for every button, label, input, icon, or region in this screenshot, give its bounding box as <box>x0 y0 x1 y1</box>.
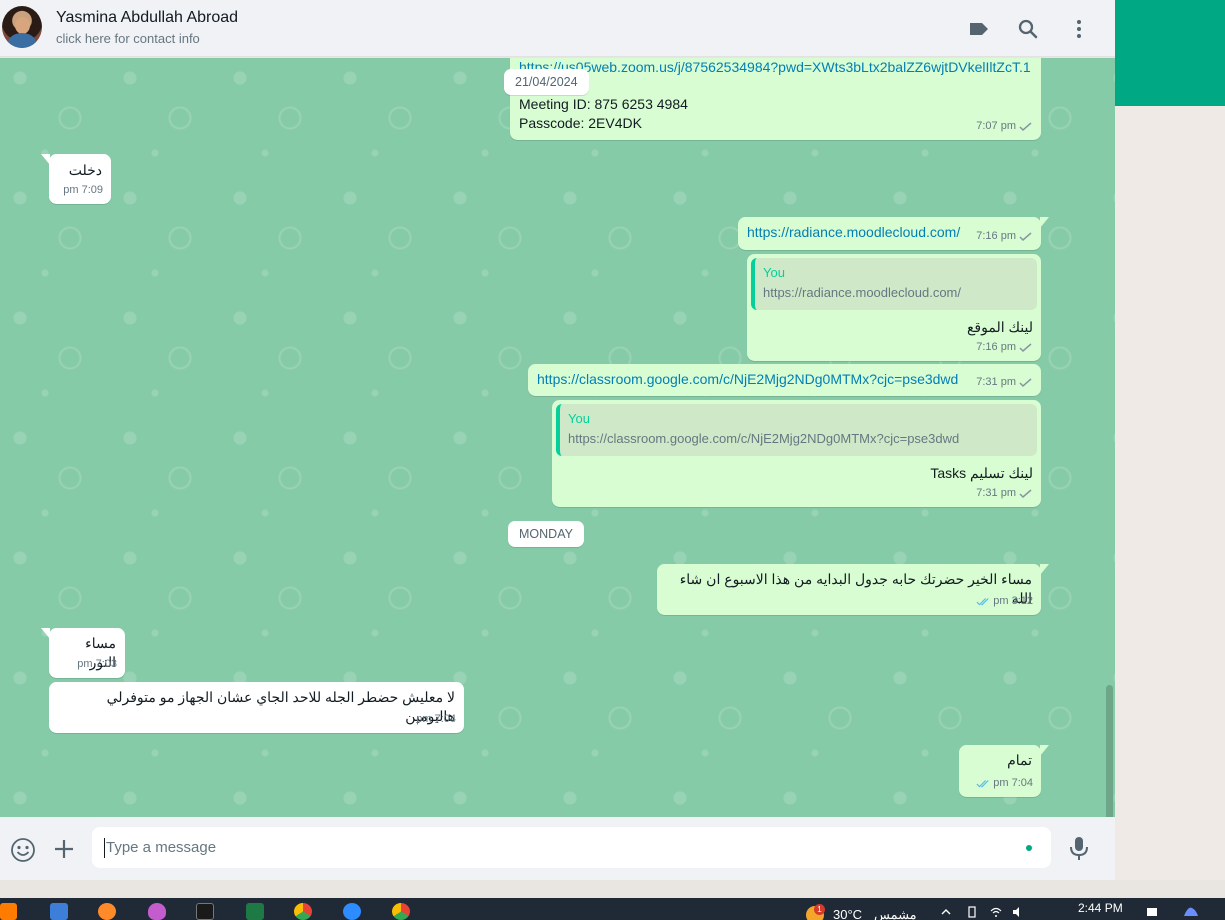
menu-icon[interactable] <box>1067 17 1091 41</box>
weather-temperature[interactable]: 30°C <box>833 907 862 920</box>
capcut-app-icon[interactable] <box>196 903 214 920</box>
message-list[interactable]: https://us05web.zoom.us/j/87562534984?pw… <box>0 58 1115 817</box>
chat-scrollbar[interactable] <box>1106 120 1113 817</box>
quote-author: You <box>568 411 590 426</box>
os-taskbar <box>0 898 1225 920</box>
message-incoming[interactable]: لا معليش حضطر الجله للاحد الجاي عشان الج… <box>49 682 464 733</box>
message-incoming[interactable]: مساء النور 7:03 pm <box>41 628 125 678</box>
label-icon[interactable] <box>967 17 991 41</box>
date-chip-monday: MONDAY <box>508 521 584 547</box>
illustrator-app-icon[interactable] <box>0 903 17 920</box>
message-time: 7:07 pm <box>976 117 1033 136</box>
chrome-app-icon[interactable] <box>294 903 312 920</box>
zoom-app-icon[interactable] <box>343 903 361 920</box>
message-reply[interactable]: You https://classroom.google.com/c/NjE2M… <box>552 400 1041 507</box>
message-time: 7:31 pm <box>976 373 1033 392</box>
input-status-dot <box>1026 845 1032 851</box>
message-time: 3:12 pm <box>976 592 1033 611</box>
message-text: Meeting ID: 875 6253 4984 <box>519 96 688 112</box>
text-caret <box>104 838 105 858</box>
weather-badge: 1 <box>814 904 825 915</box>
sent-tick-icon <box>1019 377 1032 387</box>
chevron-up-icon[interactable] <box>940 906 952 918</box>
volume-icon[interactable] <box>1012 906 1024 918</box>
message-time: 7:16 pm <box>976 227 1033 246</box>
message-zoom-invite[interactable]: https://us05web.zoom.us/j/87562534984?pw… <box>510 58 1041 140</box>
avatar[interactable] <box>2 6 42 48</box>
contact-name[interactable]: Yasmina Abdullah Abroad <box>56 9 238 27</box>
paint-app-icon[interactable] <box>148 903 166 920</box>
message-link[interactable]: https://classroom.google.com/c/NjE2Mjg2N… <box>537 371 958 387</box>
scrollbar-thumb[interactable] <box>1106 685 1113 817</box>
sticky-date-chip: 21/04/2024 <box>504 69 589 95</box>
mic-icon[interactable] <box>1067 835 1091 861</box>
message-text: تمام <box>1007 752 1032 768</box>
message-text: Passcode: 2EV4DK <box>519 115 642 131</box>
quote-text: https://radiance.moodlecloud.com/ <box>763 285 961 300</box>
message-outgoing[interactable]: تمام 7:04 pm <box>959 745 1049 797</box>
message-text: لينك الموقع <box>966 319 1033 335</box>
sent-tick-icon <box>1019 342 1032 352</box>
sent-tick-icon <box>1019 231 1032 241</box>
message-time: 7:31 pm <box>976 484 1033 503</box>
message-input[interactable] <box>92 827 1051 868</box>
files-app-icon[interactable] <box>50 903 68 920</box>
search-icon[interactable] <box>1016 17 1040 41</box>
message-link[interactable]: https://us05web.zoom.us/j/87562534984?pw… <box>519 58 1032 77</box>
chrome-profile-app-icon[interactable] <box>392 903 410 920</box>
right-panel-accent <box>1115 0 1225 106</box>
quoted-message[interactable]: You https://classroom.google.com/c/NjE2M… <box>556 404 1037 456</box>
message-reply[interactable]: You https://radiance.moodlecloud.com/ لي… <box>747 254 1041 361</box>
chat-header[interactable]: Yasmina Abdullah Abroad click here for c… <box>0 0 1115 57</box>
message-time: 7:09 pm <box>63 184 103 196</box>
wifi-icon[interactable] <box>990 906 1002 918</box>
composer <box>0 817 1115 880</box>
quote-text: https://classroom.google.com/c/NjE2Mjg2N… <box>568 431 960 446</box>
plus-icon[interactable] <box>52 837 76 861</box>
device-icon[interactable] <box>966 906 978 918</box>
message-time: 7:04 pm <box>416 713 456 725</box>
message-text: لا معليش حضطر الجله للاحد الجاي عشان الج… <box>106 689 455 724</box>
message-classroom-link[interactable]: https://classroom.google.com/c/NjE2Mjg2N… <box>528 364 1041 396</box>
right-panel <box>1115 0 1225 880</box>
emoji-icon[interactable] <box>10 837 36 863</box>
clock-time[interactable]: 2:44 PM <box>1078 901 1123 915</box>
read-tick-icon <box>976 597 989 605</box>
weather-condition[interactable]: مشمس <box>874 907 917 920</box>
sent-tick-icon <box>1019 121 1032 131</box>
quote-author: You <box>763 265 785 280</box>
message-outgoing[interactable]: مساء الخير حضرتك حابه جدول البدايه من هذ… <box>657 564 1049 615</box>
notifications-icon[interactable] <box>1146 906 1158 918</box>
message-time: 7:04 pm <box>976 774 1033 793</box>
message-text: لينك تسليم Tasks <box>930 465 1033 481</box>
message-link[interactable]: https://radiance.moodlecloud.com/ <box>747 224 960 240</box>
contact-info-link[interactable]: click here for contact info <box>56 31 200 46</box>
read-tick-icon <box>976 779 989 787</box>
message-incoming[interactable]: دخلت 7:09 pm <box>41 154 111 204</box>
message-time: 7:16 pm <box>976 338 1033 357</box>
message-time: 7:03 pm <box>77 658 117 670</box>
firefox-app-icon[interactable] <box>98 903 116 920</box>
copilot-icon[interactable] <box>1182 906 1200 918</box>
message-text: دخلت <box>68 162 102 178</box>
excel-app-icon[interactable] <box>246 903 264 920</box>
message-moodle-link[interactable]: https://radiance.moodlecloud.com/ 7:16 p… <box>738 217 1049 250</box>
sent-tick-icon <box>1019 488 1032 498</box>
quoted-message[interactable]: You https://radiance.moodlecloud.com/ <box>751 258 1037 310</box>
